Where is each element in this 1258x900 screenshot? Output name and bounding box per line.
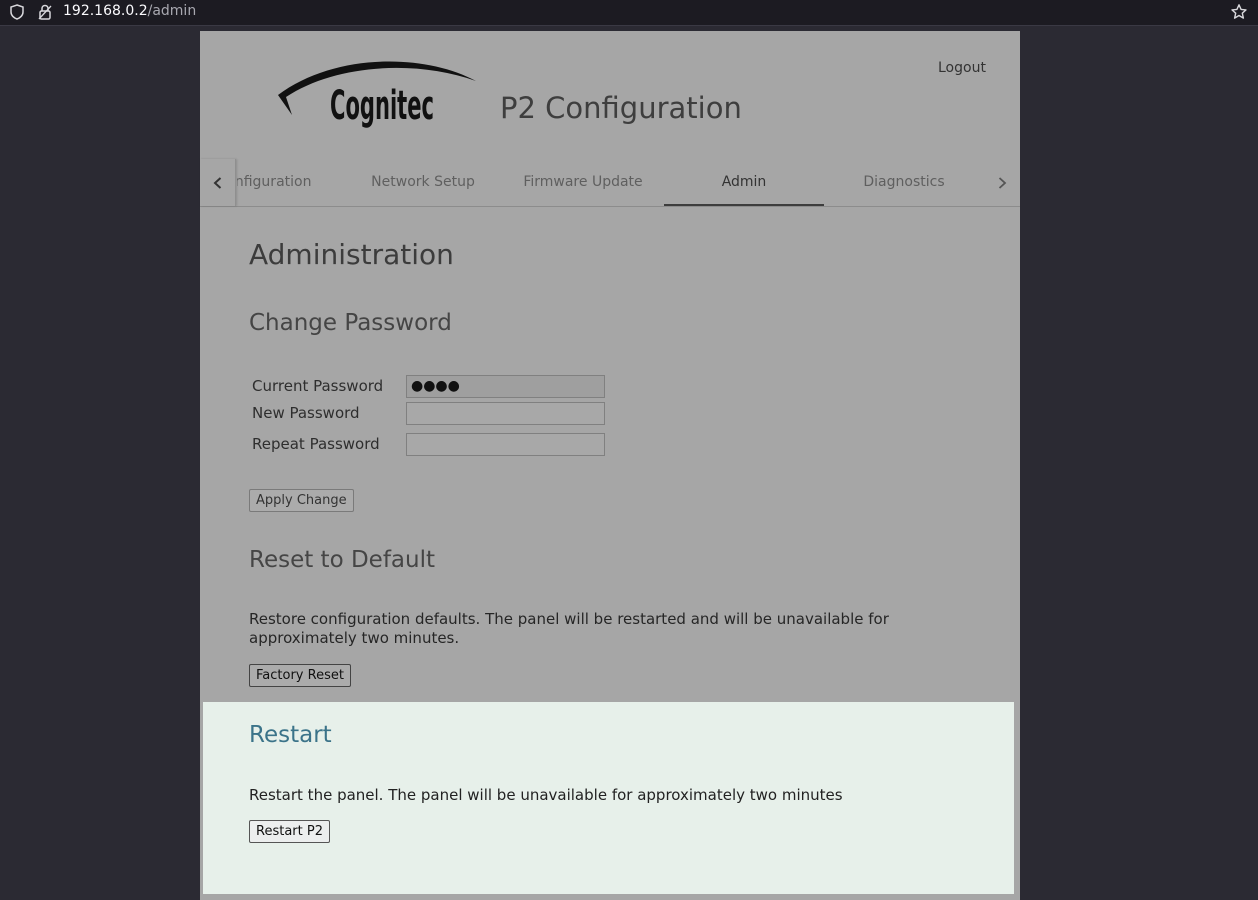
tab-diagnostics[interactable]: Diagnostics	[824, 159, 984, 206]
tab-label: Admin	[721, 174, 767, 190]
tab-label: Network Setup	[371, 174, 475, 190]
restart-button[interactable]: Restart P2	[249, 820, 330, 843]
tab-network-setup[interactable]: Network Setup	[343, 159, 503, 206]
tab-scroll-right[interactable]	[984, 159, 1020, 206]
browser-url-bar[interactable]: 192.168.0.2/admin	[0, 0, 1258, 26]
apply-change-button[interactable]: Apply Change	[249, 489, 354, 512]
new-password-label: New Password	[252, 404, 360, 422]
url-path: /admin	[147, 3, 197, 19]
current-password-field[interactable]: ●●●●	[406, 375, 605, 398]
new-password-field[interactable]	[406, 402, 605, 425]
reset-description-line1: Restore configuration defaults. The pane…	[249, 610, 889, 628]
star-icon[interactable]	[1230, 3, 1248, 21]
cognitec-logo: Cognitec	[278, 61, 476, 129]
logout-link[interactable]: Logout	[938, 60, 986, 76]
chevron-right-icon	[998, 176, 1007, 189]
restart-section: Restart Restart the panel. The panel wil…	[203, 702, 1014, 894]
tab-scroll-left[interactable]	[200, 159, 236, 206]
restart-heading: Restart	[249, 722, 332, 748]
tab-firmware-update[interactable]: Firmware Update	[503, 159, 663, 206]
tab-label: Configuration	[237, 174, 312, 190]
lock-icon[interactable]	[36, 3, 54, 21]
svg-text:Cognitec: Cognitec	[330, 83, 434, 129]
tab-label: Diagnostics	[863, 174, 945, 190]
repeat-password-field[interactable]	[406, 433, 605, 456]
repeat-password-label: Repeat Password	[252, 435, 380, 453]
tab-viewport: Configuration Network Setup Firmware Upd…	[237, 159, 984, 206]
shield-icon[interactable]	[8, 3, 26, 21]
tab-admin[interactable]: Admin	[664, 159, 824, 206]
tab-label: Firmware Update	[523, 174, 643, 190]
tab-bar: Configuration Network Setup Firmware Upd…	[200, 159, 1020, 207]
reset-description-line2: approximately two minutes.	[249, 629, 460, 647]
url-host: 192.168.0.2	[63, 3, 148, 19]
app-title: P2 Configuration	[500, 91, 742, 125]
reset-heading: Reset to Default	[249, 547, 435, 573]
current-password-label: Current Password	[252, 377, 384, 395]
factory-reset-button[interactable]: Factory Reset	[249, 664, 351, 687]
tab-configuration[interactable]: Configuration	[237, 159, 344, 206]
url-text[interactable]: 192.168.0.2/admin	[63, 2, 196, 20]
change-password-heading: Change Password	[249, 310, 452, 336]
admin-panel: Cognitec P2 Configuration Logout Configu…	[200, 31, 1020, 900]
chevron-left-icon	[213, 176, 221, 189]
page-title: Administration	[249, 238, 454, 271]
current-password-value: ●●●●	[411, 378, 460, 394]
restart-description: Restart the panel. The panel will be una…	[249, 786, 843, 804]
